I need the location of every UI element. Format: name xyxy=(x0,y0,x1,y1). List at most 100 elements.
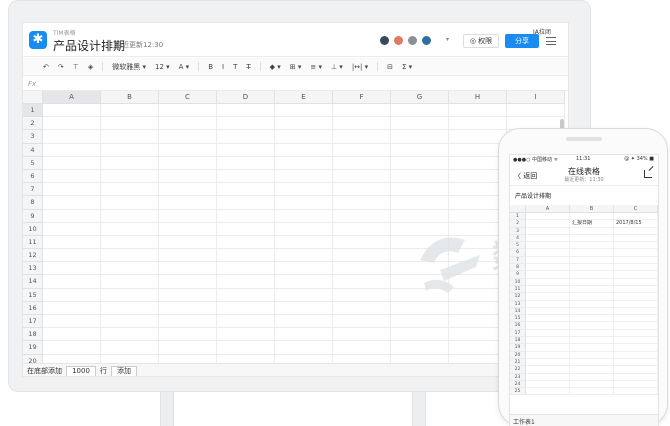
phone-grid-cell[interactable] xyxy=(570,293,614,301)
grid-cell[interactable] xyxy=(391,301,449,315)
grid-cell[interactable] xyxy=(217,341,275,355)
grid-cell[interactable] xyxy=(101,222,159,236)
select-all-corner[interactable] xyxy=(23,91,43,104)
phone-grid-cell[interactable] xyxy=(614,388,658,396)
grid-cell[interactable] xyxy=(159,196,217,210)
grid-cell[interactable] xyxy=(43,130,101,144)
grid-cell[interactable] xyxy=(391,235,449,250)
phone-grid-cell[interactable] xyxy=(570,315,614,323)
row-header[interactable]: 7 xyxy=(23,183,43,197)
grid-cell[interactable] xyxy=(217,354,275,363)
grid-cell[interactable] xyxy=(275,235,333,250)
grid-cell[interactable] xyxy=(159,275,217,289)
grid-cell[interactable] xyxy=(217,169,275,184)
phone-row-header[interactable]: 1 xyxy=(510,213,526,221)
grid-cell[interactable] xyxy=(333,117,391,131)
grid-cell[interactable] xyxy=(159,156,217,170)
toolbar-button[interactable]: I xyxy=(222,63,224,71)
row-header[interactable]: 15 xyxy=(23,288,43,302)
column-header[interactable]: H xyxy=(449,91,507,104)
grid-cell[interactable] xyxy=(217,196,275,210)
grid-cell[interactable] xyxy=(43,143,101,157)
hamburger-menu-icon[interactable] xyxy=(546,37,556,45)
row-header[interactable]: 1 xyxy=(23,104,43,118)
grid-cell[interactable] xyxy=(43,169,101,184)
grid-cell[interactable] xyxy=(217,143,275,157)
grid-cell[interactable] xyxy=(43,288,101,302)
grid-cell[interactable] xyxy=(333,104,391,118)
grid-cell[interactable] xyxy=(391,275,449,289)
row-header[interactable]: 6 xyxy=(23,169,43,184)
grid-cell[interactable] xyxy=(43,341,101,355)
grid-cell[interactable] xyxy=(101,169,159,184)
phone-grid-cell[interactable] xyxy=(614,337,658,345)
row-header[interactable]: 14 xyxy=(23,275,43,289)
phone-grid-cell[interactable] xyxy=(614,322,658,330)
phone-grid-cell[interactable] xyxy=(614,278,658,286)
phone-grid-cell[interactable] xyxy=(614,242,658,250)
row-header[interactable]: 5 xyxy=(23,156,43,170)
phone-grid-cell[interactable] xyxy=(570,366,614,374)
column-header[interactable]: C xyxy=(159,91,217,104)
phone-grid-cell[interactable] xyxy=(614,293,658,301)
toolbar-button[interactable]: ≡ ▾ xyxy=(310,63,322,71)
row-header[interactable]: 20 xyxy=(23,354,43,363)
toolbar-button[interactable]: 12 ▾ xyxy=(155,63,170,71)
grid-cell[interactable] xyxy=(391,262,449,276)
phone-grid-cell[interactable] xyxy=(526,380,570,389)
phone-grid-cell[interactable] xyxy=(570,256,614,265)
grid-cell[interactable] xyxy=(43,354,101,363)
phone-grid-cell[interactable] xyxy=(526,249,570,257)
grid-cell[interactable] xyxy=(159,143,217,157)
grid-cell[interactable] xyxy=(449,104,507,118)
phone-row-header[interactable]: 25 xyxy=(510,388,526,396)
column-header[interactable]: D xyxy=(217,91,275,104)
phone-row-header[interactable]: 15 xyxy=(510,315,526,323)
phone-grid-cell[interactable] xyxy=(570,300,614,308)
phone-grid-cell[interactable] xyxy=(614,256,658,265)
grid-cell[interactable] xyxy=(217,183,275,197)
grid-cell[interactable] xyxy=(101,341,159,355)
toolbar-button[interactable]: B xyxy=(208,63,213,71)
grid-cell[interactable] xyxy=(391,104,449,118)
grid-cell[interactable] xyxy=(101,315,159,329)
share-button[interactable]: 分享 xyxy=(505,34,539,48)
phone-grid-cell[interactable] xyxy=(526,366,570,374)
row-header[interactable]: 8 xyxy=(23,196,43,210)
grid-cell[interactable] xyxy=(333,209,391,223)
phone-grid-cell[interactable] xyxy=(570,227,614,235)
phone-grid-cell[interactable]: 汇报日期 xyxy=(570,220,614,228)
grid-cell[interactable] xyxy=(43,328,101,342)
toolbar-button[interactable]: ◈ xyxy=(88,63,93,71)
column-header[interactable]: F xyxy=(333,91,391,104)
grid-cell[interactable] xyxy=(333,143,391,157)
grid-cell[interactable] xyxy=(159,104,217,118)
row-header[interactable]: 11 xyxy=(23,235,43,250)
phone-grid-cell[interactable] xyxy=(526,213,570,221)
phone-grid-cell[interactable] xyxy=(526,234,570,243)
column-header[interactable]: B xyxy=(101,91,159,104)
phone-grid-cell[interactable] xyxy=(614,315,658,323)
grid-cell[interactable] xyxy=(43,249,101,263)
grid-cell[interactable] xyxy=(217,130,275,144)
grid-cell[interactable] xyxy=(217,209,275,223)
grid-cell[interactable] xyxy=(43,209,101,223)
grid-cell[interactable] xyxy=(275,156,333,170)
phone-grid-cell[interactable] xyxy=(526,315,570,323)
phone-grid-cell[interactable] xyxy=(526,256,570,265)
grid-cell[interactable] xyxy=(333,156,391,170)
grid-cell[interactable] xyxy=(275,354,333,363)
grid-cell[interactable] xyxy=(101,117,159,131)
grid-cell[interactable] xyxy=(391,328,449,342)
phone-grid-cell[interactable] xyxy=(570,271,614,279)
grid-cell[interactable] xyxy=(507,104,565,118)
grid-cell[interactable] xyxy=(333,196,391,210)
grid-cell[interactable] xyxy=(275,117,333,131)
grid-cell[interactable] xyxy=(101,143,159,157)
grid-cell[interactable] xyxy=(217,262,275,276)
phone-grid-cell[interactable] xyxy=(614,344,658,352)
grid-cell[interactable] xyxy=(217,249,275,263)
toolbar-button[interactable]: ↷ xyxy=(58,63,64,71)
grid-cell[interactable] xyxy=(391,169,449,184)
grid-cell[interactable] xyxy=(275,169,333,184)
